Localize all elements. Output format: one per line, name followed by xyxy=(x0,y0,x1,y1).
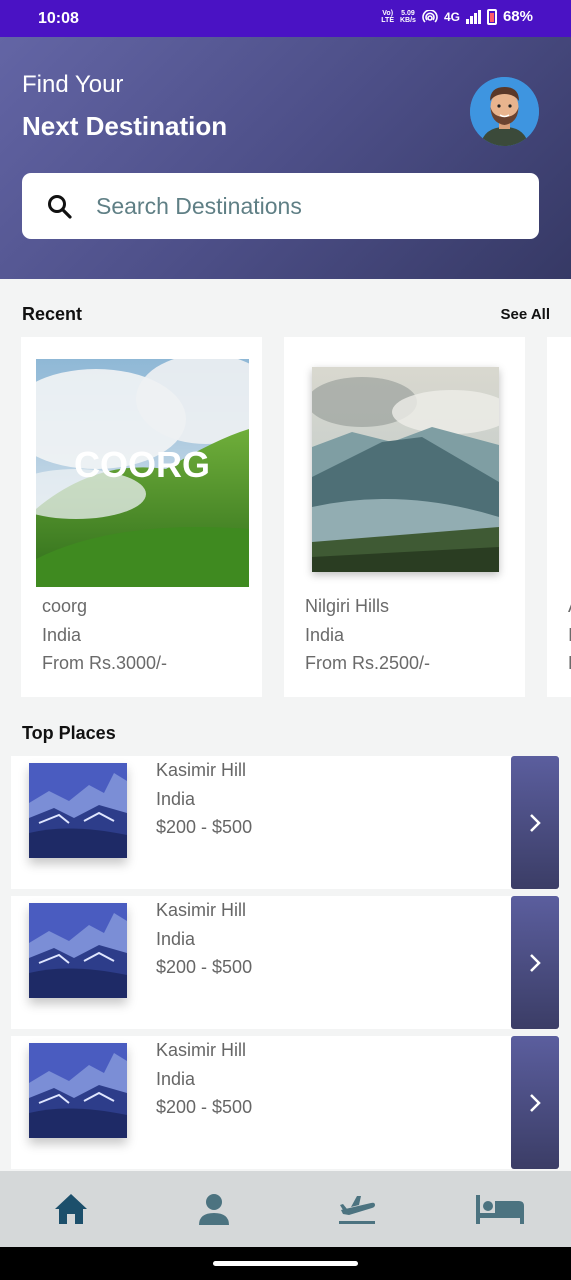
search-input[interactable] xyxy=(96,189,516,223)
volte-indicator: Vo) LTE xyxy=(381,9,394,24)
avatar[interactable] xyxy=(470,77,539,146)
recent-card[interactable]: COORG coorg India From Rs.3000/- xyxy=(21,337,262,697)
open-place-button[interactable] xyxy=(511,896,559,1029)
search-icon xyxy=(48,195,72,219)
open-place-button[interactable] xyxy=(511,1036,559,1169)
open-place-button[interactable] xyxy=(511,756,559,889)
recent-card-country: India xyxy=(305,624,345,645)
status-bar: 10:08 Vo) LTE 5.09 KB/s 4G 68% xyxy=(0,0,571,37)
place-price: $200 - $500 xyxy=(156,817,253,837)
recent-card-price: From Rs.3000/- xyxy=(42,653,168,673)
bottom-nav xyxy=(0,1171,571,1247)
place-country: India xyxy=(156,788,196,809)
battery-percent: 68% xyxy=(502,8,533,25)
nav-hotels[interactable] xyxy=(428,1171,571,1247)
greeting-line2: Next Destination xyxy=(22,111,228,141)
place-name: Kasimir Hill xyxy=(156,760,246,780)
nilgiri-image xyxy=(312,367,499,572)
recent-card-name: coorg xyxy=(42,596,88,616)
header: Find Your Next Destination xyxy=(0,37,571,279)
place-image xyxy=(29,763,127,858)
person-icon xyxy=(199,1194,230,1225)
status-indicators: Vo) LTE 5.09 KB/s 4G 68% xyxy=(381,8,533,25)
place-price: $200 - $500 xyxy=(156,957,253,977)
recent-section-title: Recent xyxy=(22,304,83,324)
place-country: India xyxy=(156,928,196,949)
top-place-item[interactable]: Kasimir Hill India $200 - $500 xyxy=(11,756,559,889)
top-places-section-title: Top Places xyxy=(22,723,116,743)
coorg-image: COORG xyxy=(36,359,249,587)
nav-profile[interactable] xyxy=(143,1171,286,1247)
place-name: Kasimir Hill xyxy=(156,1040,246,1060)
coorg-image-text: COORG xyxy=(74,444,210,485)
search-bar[interactable] xyxy=(22,173,539,239)
network-speed: 5.09 KB/s xyxy=(400,9,416,24)
recent-card-price: From Rs.2500/- xyxy=(305,653,431,673)
place-image xyxy=(29,1043,127,1138)
place-image xyxy=(29,903,127,998)
recent-card[interactable]: Nilgiri Hills India From Rs.2500/- xyxy=(284,337,525,697)
status-time: 10:08 xyxy=(38,10,79,27)
chevron-right-icon xyxy=(530,1093,541,1112)
battery-icon xyxy=(486,8,497,25)
gesture-bar xyxy=(0,1247,571,1280)
greeting-line1: Find Your xyxy=(22,71,124,98)
see-all-link[interactable]: See All xyxy=(501,306,550,323)
network-type: 4G xyxy=(443,9,460,24)
nav-home[interactable] xyxy=(0,1171,143,1247)
nav-flights[interactable] xyxy=(286,1171,429,1247)
avatar-face-icon xyxy=(470,77,539,146)
hotel-bed-icon xyxy=(475,1195,524,1224)
signal-icon xyxy=(465,9,481,24)
recent-card[interactable]: A I F xyxy=(547,337,571,697)
recent-card-country: India xyxy=(42,624,82,645)
place-country: India xyxy=(156,1068,196,1089)
recent-card-name: Nilgiri Hills xyxy=(305,596,389,616)
chevron-right-icon xyxy=(530,813,541,832)
top-place-item[interactable]: Kasimir Hill India $200 - $500 xyxy=(11,896,559,1029)
home-icon xyxy=(55,1194,88,1224)
home-gesture-handle[interactable] xyxy=(213,1261,358,1266)
recent-carousel[interactable]: COORG coorg India From Rs.3000/- Nilgiri… xyxy=(0,337,571,697)
hotspot-icon xyxy=(422,9,438,23)
top-place-item[interactable]: Kasimir Hill India $200 - $500 xyxy=(11,1036,559,1169)
chevron-right-icon xyxy=(530,953,541,972)
flight-icon xyxy=(338,1196,375,1224)
place-name: Kasimir Hill xyxy=(156,900,246,920)
place-price: $200 - $500 xyxy=(156,1097,253,1117)
